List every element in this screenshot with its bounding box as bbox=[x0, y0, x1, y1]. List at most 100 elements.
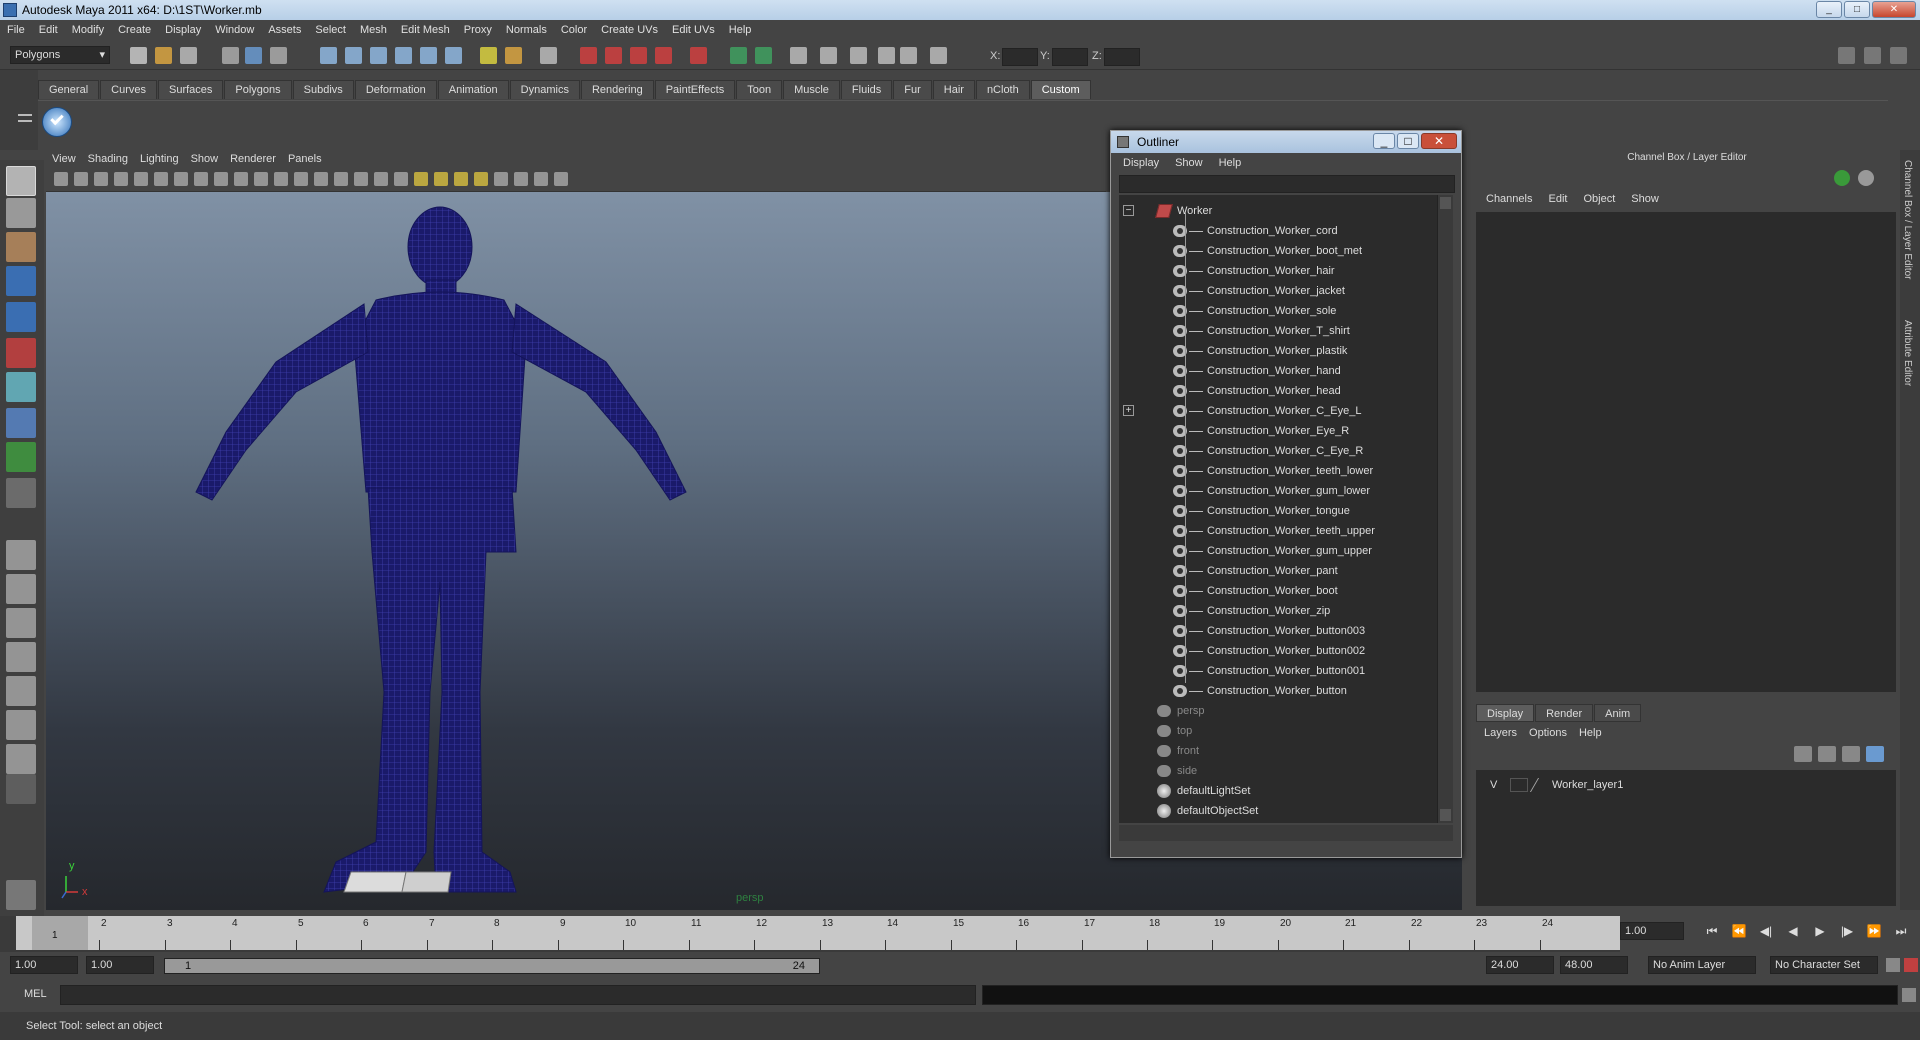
four-pane-layout-icon[interactable] bbox=[6, 574, 36, 604]
viewport-menu-shading[interactable]: Shading bbox=[82, 150, 134, 168]
status-tool-icon[interactable] bbox=[480, 47, 497, 64]
expand-toggle-icon[interactable]: − bbox=[1123, 205, 1134, 216]
viewport-toolbar-icon[interactable] bbox=[434, 172, 448, 186]
soft-mod-icon[interactable] bbox=[6, 408, 36, 438]
channel-box-toggle-icon[interactable] bbox=[1864, 47, 1881, 64]
menu-window[interactable]: Window bbox=[208, 20, 261, 40]
layer-menu-options[interactable]: Options bbox=[1523, 724, 1573, 742]
more-layouts-icon[interactable] bbox=[6, 774, 36, 804]
status-tool-icon[interactable] bbox=[820, 47, 837, 64]
outliner-filter-input[interactable] bbox=[1119, 175, 1455, 193]
status-tool-icon[interactable] bbox=[580, 47, 597, 64]
last-tool-icon[interactable] bbox=[6, 478, 36, 508]
viewport-toolbar-icon[interactable] bbox=[334, 172, 348, 186]
playback-start-field[interactable]: 1.00 bbox=[86, 956, 154, 974]
status-tool-icon[interactable] bbox=[445, 47, 462, 64]
menu-file[interactable]: File bbox=[0, 20, 32, 40]
status-tool-icon[interactable] bbox=[130, 47, 147, 64]
status-tool-icon[interactable] bbox=[155, 47, 172, 64]
create-layer-icon[interactable] bbox=[1842, 746, 1860, 762]
outliner-tree[interactable]: − Worker Construction_Worker_cord Construct… bbox=[1119, 195, 1437, 823]
maximize-button[interactable]: □ bbox=[1844, 1, 1870, 18]
viewport-toolbar-icon[interactable] bbox=[514, 172, 528, 186]
viewport-toolbar-icon[interactable] bbox=[534, 172, 548, 186]
status-tool-icon[interactable] bbox=[395, 47, 412, 64]
menu-normals[interactable]: Normals bbox=[499, 20, 554, 40]
status-tool-icon[interactable] bbox=[605, 47, 622, 64]
anim-layer-dropdown[interactable]: No Anim Layer bbox=[1648, 956, 1756, 974]
command-language-label[interactable]: MEL bbox=[24, 988, 47, 1000]
scroll-up-icon[interactable] bbox=[1440, 197, 1451, 209]
shelf-tab-toon[interactable]: Toon bbox=[736, 80, 783, 99]
menu-select[interactable]: Select bbox=[308, 20, 353, 40]
character-set-dropdown[interactable]: No Character Set bbox=[1770, 956, 1878, 974]
hypershade-layout-icon[interactable] bbox=[6, 710, 36, 740]
viewport-toolbar-icon[interactable] bbox=[314, 172, 328, 186]
script-editor-icon[interactable] bbox=[1902, 988, 1916, 1002]
playback-end-field[interactable]: 24.00 bbox=[1486, 956, 1554, 974]
viewport-toolbar-icon[interactable] bbox=[414, 172, 428, 186]
outliner-menu-help[interactable]: Help bbox=[1211, 153, 1250, 173]
outliner-window[interactable]: Outliner _ □ ✕ Display Show Help − Worker Co… bbox=[1110, 130, 1462, 858]
viewport-toolbar-icon[interactable] bbox=[554, 172, 568, 186]
go-to-start-icon[interactable]: ⏮ bbox=[1702, 924, 1722, 942]
status-tool-icon[interactable] bbox=[930, 47, 947, 64]
step-back-frame-icon[interactable]: ◀| bbox=[1756, 924, 1776, 942]
shelf-tab-painteffects[interactable]: PaintEffects bbox=[654, 80, 736, 99]
viewport-toolbar-icon[interactable] bbox=[94, 172, 108, 186]
viewport-toolbar-icon[interactable] bbox=[454, 172, 468, 186]
channel-key-icon[interactable] bbox=[1834, 170, 1850, 186]
new-layer-icon[interactable] bbox=[1794, 746, 1812, 762]
layer-menu-help[interactable]: Help bbox=[1573, 724, 1608, 742]
shelf-tab-muscle[interactable]: Muscle bbox=[783, 80, 840, 99]
outliner-close-button[interactable]: ✕ bbox=[1421, 133, 1457, 149]
viewport-menu-view[interactable]: View bbox=[46, 150, 82, 168]
viewport-toolbar-icon[interactable] bbox=[134, 172, 148, 186]
animation-end-field[interactable]: 48.00 bbox=[1560, 956, 1628, 974]
rotate-tool-icon[interactable] bbox=[6, 302, 36, 332]
status-tool-icon[interactable] bbox=[790, 47, 807, 64]
time-slider[interactable]: 1234567891011121314151617181920212223241 bbox=[0, 916, 1620, 952]
layer-row[interactable]: V Worker_layer1 bbox=[1476, 776, 1896, 794]
go-to-end-icon[interactable]: ⏭ bbox=[1891, 924, 1911, 942]
menu-mesh[interactable]: Mesh bbox=[353, 20, 394, 40]
channel-box-side-tab[interactable]: Channel Box / Layer Editor bbox=[1902, 160, 1913, 280]
outliner-maximize-button[interactable]: □ bbox=[1397, 133, 1419, 149]
viewport-toolbar-icon[interactable] bbox=[174, 172, 188, 186]
viewport-toolbar-icon[interactable] bbox=[194, 172, 208, 186]
graph-layout-icon[interactable] bbox=[6, 676, 36, 706]
viewport-menu-renderer[interactable]: Renderer bbox=[224, 150, 282, 168]
scroll-down-icon[interactable] bbox=[1440, 809, 1451, 821]
current-time-marker[interactable]: 1 bbox=[32, 916, 88, 950]
status-tool-icon[interactable] bbox=[420, 47, 437, 64]
close-button[interactable]: ✕ bbox=[1872, 1, 1916, 18]
show-manip-icon[interactable] bbox=[6, 442, 36, 472]
paint-select-icon[interactable] bbox=[6, 232, 36, 262]
status-tool-icon[interactable] bbox=[180, 47, 197, 64]
menu-edit-uvs[interactable]: Edit UVs bbox=[665, 20, 722, 40]
viewport-toolbar-icon[interactable] bbox=[254, 172, 268, 186]
status-tool-icon[interactable] bbox=[900, 47, 917, 64]
shelf-tab-deformation[interactable]: Deformation bbox=[354, 80, 437, 99]
viewport-toolbar-icon[interactable] bbox=[214, 172, 228, 186]
lasso-tool-icon[interactable] bbox=[6, 198, 36, 228]
ground-plane-object[interactable] bbox=[343, 871, 452, 893]
layer-tab-anim[interactable]: Anim bbox=[1594, 704, 1642, 722]
menu-color[interactable]: Color bbox=[554, 20, 594, 40]
menu-edit-mesh[interactable]: Edit Mesh bbox=[394, 20, 457, 40]
time-slider-track[interactable]: 1234567891011121314151617181920212223241 bbox=[16, 916, 1620, 950]
layer-tab-display[interactable]: Display bbox=[1476, 704, 1535, 722]
viewport-toolbar-icon[interactable] bbox=[274, 172, 288, 186]
animation-start-field[interactable]: 1.00 bbox=[10, 956, 78, 974]
step-forward-key-icon[interactable]: ⏩ bbox=[1864, 924, 1884, 942]
preferences-icon[interactable] bbox=[1904, 958, 1918, 972]
menu-create[interactable]: Create bbox=[111, 20, 158, 40]
shelf-tab-fur[interactable]: Fur bbox=[893, 80, 932, 99]
move-tool-icon[interactable] bbox=[6, 266, 36, 296]
status-tool-icon[interactable] bbox=[850, 47, 867, 64]
outliner-menu-show[interactable]: Show bbox=[1167, 153, 1211, 173]
play-backward-icon[interactable]: ◀ bbox=[1783, 924, 1803, 942]
shelf-tab-fluids[interactable]: Fluids bbox=[840, 80, 893, 99]
shelf-tab-surfaces[interactable]: Surfaces bbox=[157, 80, 224, 99]
layout-icon[interactable] bbox=[1838, 47, 1855, 64]
